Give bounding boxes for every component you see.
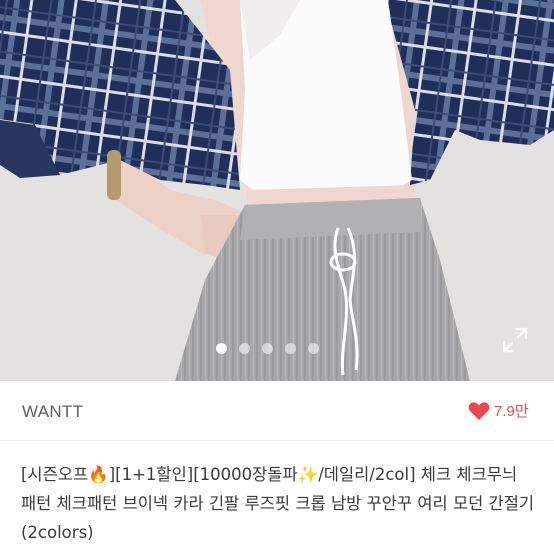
product-title[interactable]: [시즌오프🔥][1+1할인][10000장돌파✨/데일리/2col] 체크 체크… [21,460,537,547]
expand-icon[interactable] [502,327,528,353]
pagination-dot[interactable] [262,343,273,354]
pagination-dot[interactable] [285,343,296,354]
pagination-dot-active[interactable] [216,343,227,354]
product-photo-illustration [0,0,554,381]
heart-icon [468,401,490,420]
pagination-dot[interactable] [239,343,250,354]
product-image[interactable] [0,0,554,381]
like-button[interactable]: 7.9만 [468,400,529,421]
pagination-dot[interactable] [308,343,319,354]
image-pagination [216,343,319,354]
like-count: 7.9만 [494,403,529,420]
divider [0,440,554,441]
seller-name[interactable]: WANTT [22,402,83,422]
